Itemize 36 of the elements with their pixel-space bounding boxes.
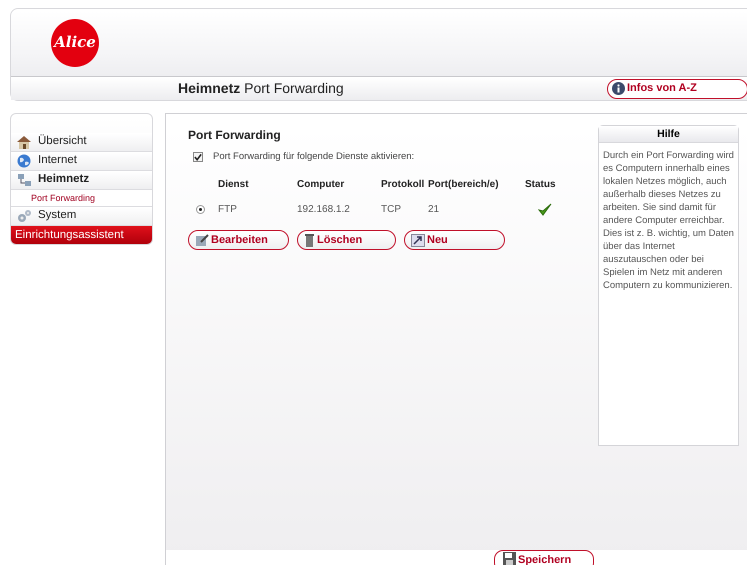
arrow-icon xyxy=(411,234,425,247)
network-icon xyxy=(16,173,32,187)
action-button[interactable]: Bearbeiten xyxy=(188,230,289,250)
house-icon xyxy=(16,135,32,149)
page-title: Heimnetz Port Forwarding xyxy=(178,79,344,98)
wizard-menu-item[interactable]: Einrichtungsassistent xyxy=(11,226,152,244)
help-title: Hilfe xyxy=(599,126,738,143)
column-header: Protokoll xyxy=(381,178,426,192)
info-icon xyxy=(612,82,625,96)
sidebar-item[interactable]: Heimnetz xyxy=(11,171,152,190)
checkbox[interactable] xyxy=(193,152,203,162)
save-button[interactable]: Speichern xyxy=(494,550,594,565)
info-button[interactable]: Infos von A-Z xyxy=(607,78,747,99)
table-cell-text: FTP xyxy=(218,202,238,217)
column-header: Status xyxy=(525,178,557,192)
logo: Alice xyxy=(51,18,99,67)
globe-icon xyxy=(17,154,31,168)
help-text: Durch ein Port Forwarding wird es Computern innerhalb eines lokalen Netzes möglich, auch außerhalb dieses Netzes zu arbeiten. Sie sind damit für andere Computer erreichbar. Dies ist z. B. wichtig, um Daten über das Internet auszutauschen oder bei Spielen im Netz mit anderen Computern zu kommunizieren. xyxy=(602,149,735,292)
table-cell-text: 21 xyxy=(428,202,440,217)
column-header: Computer xyxy=(297,178,346,192)
action-button[interactable]: Löschen xyxy=(297,230,396,250)
sidebar-item[interactable]: System xyxy=(11,207,152,226)
sidebar-item[interactable]: Internet xyxy=(11,152,152,171)
table-cell-text: 192.168.1.2 xyxy=(297,202,351,217)
column-header: Port(bereich/e) xyxy=(428,178,500,192)
section-heading: Port Forwarding xyxy=(188,127,281,144)
document-icon xyxy=(195,234,209,247)
action-button[interactable]: Neu xyxy=(404,230,505,250)
trash-icon xyxy=(304,234,315,247)
radio-button[interactable] xyxy=(196,204,205,214)
table-cell-text: TCP xyxy=(381,202,402,217)
sidebar-item[interactable]: Übersicht xyxy=(11,133,152,152)
sidebar-subitem[interactable]: Port Forwarding xyxy=(11,190,152,207)
checkbox-label: Port Forwarding für folgende Dienste aktivieren: xyxy=(213,150,414,164)
column-header: Dienst xyxy=(218,178,250,192)
gears-icon xyxy=(16,209,32,223)
